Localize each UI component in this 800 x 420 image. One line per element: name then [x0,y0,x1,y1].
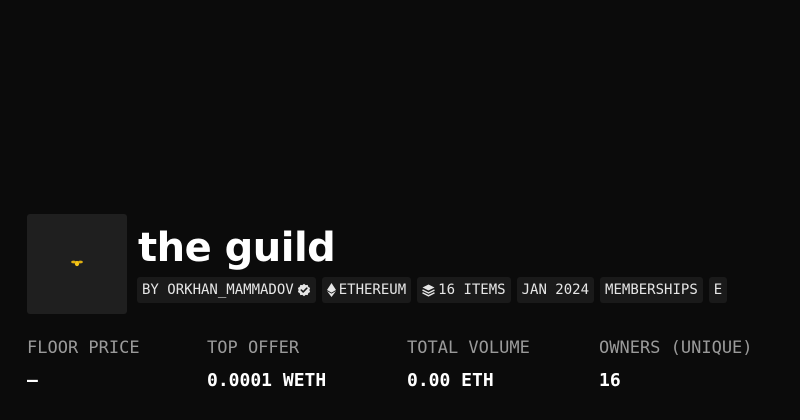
date-label: JAN 2024 [521,282,590,298]
stat-top-offer: TOP OFFER 0.0001 WETH [207,335,326,394]
items-label: 16 ITEMS [438,282,506,298]
stat-floor-price: FLOOR PRICE – [27,335,140,394]
stat-total-volume: TOTAL VOLUME 0.00 ETH [407,335,530,394]
collection-avatar[interactable] [27,214,127,314]
stat-label: OWNERS (UNIQUE) [599,338,753,358]
stat-value: – [27,370,38,391]
stat-label: FLOOR PRICE [27,338,140,358]
ethereum-diamond-icon [326,283,336,297]
stat-value: 0.0001 WETH [207,370,327,391]
stat-value: 16 [599,370,621,391]
chain-chip: ETHEREUM [321,277,412,303]
category-chip[interactable]: MEMBERSHIPS [600,277,703,303]
stat-value: 0.00 ETH [407,370,494,391]
collection-header: the guild BY ORKHAN_MAMMADOV ETHEREUM 16… [0,0,800,420]
category-label: MEMBERSHIPS [605,282,698,298]
overflow-chip: E [708,277,728,303]
collection-title: the guild [138,225,336,271]
bee-logo-icon [71,260,83,267]
stat-owners: OWNERS (UNIQUE) 16 [599,335,753,394]
stat-label: TOP OFFER [207,338,300,358]
collection-info-chips: BY ORKHAN_MAMMADOV ETHEREUM 16 ITEMS JAN… [137,277,728,303]
collection-stats: FLOOR PRICE – TOP OFFER 0.0001 WETH TOTA… [27,335,800,405]
stack-layers-icon [422,284,435,297]
verified-check-icon [297,283,310,297]
items-chip: 16 ITEMS [417,277,511,303]
creator-chip[interactable]: BY ORKHAN_MAMMADOV [137,277,316,303]
date-chip: JAN 2024 [516,277,595,303]
stat-label: TOTAL VOLUME [407,338,530,358]
overflow-chip-label: E [713,282,723,298]
creator-label: BY ORKHAN_MAMMADOV [142,282,294,298]
chain-label: ETHEREUM [338,282,407,298]
